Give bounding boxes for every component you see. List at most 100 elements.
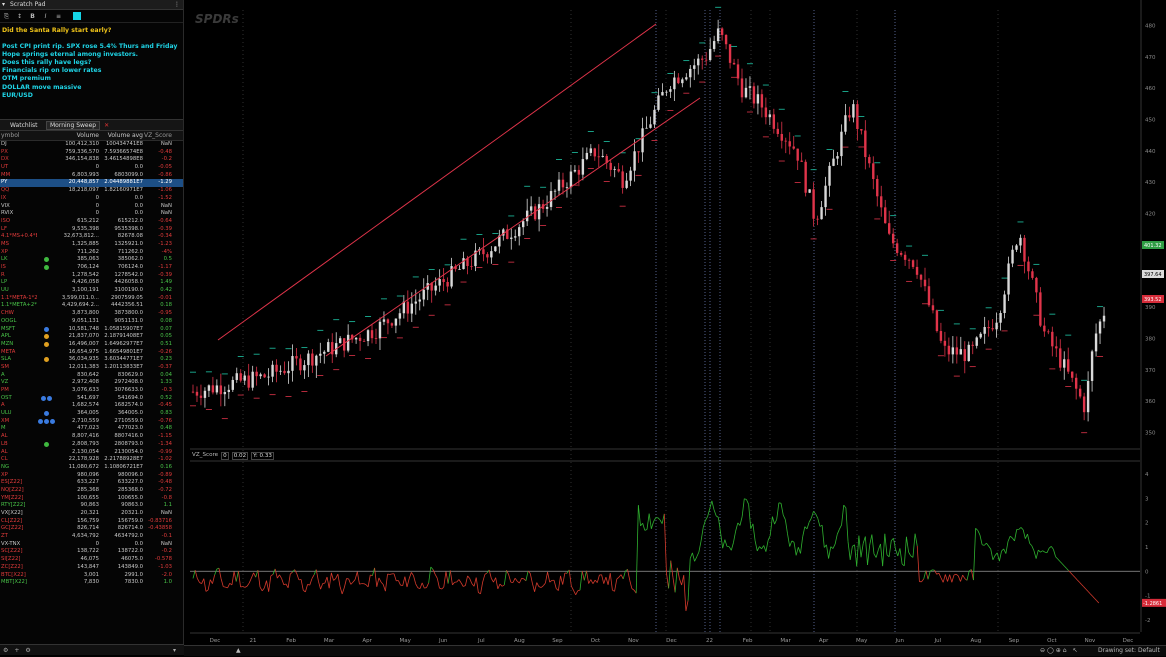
watchlist-row[interactable]: MS1,325,8851325921.0-1.23 (0, 241, 183, 249)
candle-body (510, 238, 512, 239)
column-symbol[interactable]: ymbol (0, 131, 37, 140)
candle-body (769, 114, 771, 117)
watchlist-row[interactable]: DJ100,412,310100434741E8NaN (0, 141, 183, 149)
drawing-set-status[interactable]: Drawing set: Default (1098, 647, 1160, 654)
watchlist-row[interactable]: MBT[X22]7,8307830.01.0 (0, 579, 183, 587)
expand-icon[interactable]: ▲ (236, 647, 241, 654)
watchlist-row[interactable]: OOGL9,051,1319051131.00.08 (0, 318, 183, 326)
row-badges (37, 510, 57, 518)
gear-icon[interactable]: ⚙ (3, 647, 8, 654)
watchlist-row[interactable]: CL[Z22]156,759156759.0-0.83716 (0, 518, 183, 526)
watchlist-row[interactable]: VX[X22]20,32120321.0NaN (0, 510, 183, 518)
row-symbol: ZC[Z22] (0, 564, 37, 572)
watchlist-row[interactable]: RVIX00.0NaN (0, 210, 183, 218)
row-volume-avg: 633227.0 (99, 479, 143, 487)
watchlist-row[interactable]: ZC[Z22]143,847143849.0-1.03 (0, 564, 183, 572)
candle-body (820, 207, 822, 219)
row-volume: 2,130,054 (57, 449, 99, 457)
watchlist-row[interactable]: NG11,080,6721.10806721E70.16 (0, 464, 183, 472)
watchlist-row[interactable]: M477,023477023.00.48 (0, 425, 183, 433)
watchlist-row[interactable]: IX00.0-1.52 (0, 195, 183, 203)
watchlist-row[interactable]: QQ18,218,0971.82160971E7-1.06 (0, 187, 183, 195)
watchlist-row[interactable]: 4.1*MS+0.4*BL...32,673,812...82678.08-0.… (0, 233, 183, 241)
watchlist-row[interactable]: R1,278,5421278542.0-0.39 (0, 272, 183, 280)
watchlist-row[interactable]: APL21,837,0702.18791408E70.05 (0, 333, 183, 341)
watchlist-row[interactable]: SLA36,034,9353.60344771E70.23 (0, 356, 183, 364)
watchlist-row[interactable]: UU3,100,1913100190.00.42 (0, 287, 183, 295)
row-volume-avg: 826714.0 (99, 525, 143, 533)
column-volume-avg[interactable]: Volume avg (99, 131, 143, 140)
watchlist-row[interactable]: ES[Z22]633,227633227.0-0.48 (0, 479, 183, 487)
watchlist-row[interactable]: META16,654,9751.66549801E7-0.26 (0, 349, 183, 357)
watchlist-selector[interactable]: Morning Sweep (46, 121, 100, 130)
watchlist-row[interactable]: MM6,803,9936803099.0-0.86 (0, 172, 183, 180)
watchlist-row[interactable]: PY20,448,8572.04489881E7-1.29 (0, 179, 183, 187)
watchlist-row[interactable]: SI[Z22]46,07546075.0-0.578 (0, 556, 183, 564)
row-volume-avg: 82678.08 (99, 233, 143, 241)
watchlist-row[interactable]: SM12,011,3831.20113833E7-0.37 (0, 364, 183, 372)
watchlist-row[interactable]: LF9,535,3989535398.0-0.39 (0, 226, 183, 234)
watchlist-row[interactable]: SC[Z22]138,722138722.0-0.2 (0, 548, 183, 556)
watchlist-row[interactable]: 1.1*META+2*P...4,429,694.2...4442356.510… (0, 302, 183, 310)
column-vz-score[interactable]: VZ_Score (143, 131, 175, 140)
watchlist-row[interactable]: DX346,154,8383.46154898E8-0.2 (0, 156, 183, 164)
watchlist-row[interactable]: YM[Z22]100,655100655.0-0.8 (0, 495, 183, 503)
watchlist-row[interactable]: MZN16,496,0071.64962977E70.51 (0, 341, 183, 349)
text-size-icon[interactable]: ↕ (15, 12, 24, 21)
candle-body (387, 319, 389, 323)
zoom-controls[interactable]: ⊖◯⊕⌂ ↖ (1040, 647, 1080, 654)
candle-body (240, 373, 242, 380)
watchlist-row[interactable]: BTC[X22]3,0012991.0-2.0 (0, 572, 183, 580)
watchlist-row[interactable]: OST541,697541694.00.52 (0, 395, 183, 403)
watchlist-row[interactable]: A830,642830629.00.04 (0, 372, 183, 380)
collapse-arrow-icon[interactable]: ▾ (2, 0, 5, 9)
chart-area[interactable]: 4804704604504404304204104003903803703603… (184, 0, 1166, 655)
text-color-swatch[interactable] (73, 12, 81, 20)
watchlist-row[interactable]: AL8,807,4168807416.0-1.15 (0, 433, 183, 441)
text-format-icon[interactable]: ⎘ (2, 12, 11, 21)
price-chart-svg[interactable]: 4804704604504404304204104003903803703603… (184, 0, 1166, 655)
watchlist-row[interactable]: CHW3,873,8003873800.0-0.95 (0, 310, 183, 318)
watchlist-row[interactable]: VIX00.0NaN (0, 203, 183, 211)
watchlist-row[interactable]: RTY[Z22]90,86390863.01.1 (0, 502, 183, 510)
close-icon[interactable]: ✕ (104, 122, 109, 129)
watchlist-row[interactable]: LP4,426,0584426058.01.49 (0, 279, 183, 287)
watchlist-row[interactable]: CL22,178,9282.21788928E7-1.02 (0, 456, 183, 464)
watchlist-row[interactable]: PX759,336,5707.59366574E8-0.48 (0, 149, 183, 157)
watchlist-row[interactable]: ULU364,005364005.00.83 (0, 410, 183, 418)
scratch-pad-body[interactable]: Did the Santa Rally start early? Post CP… (0, 23, 183, 119)
candle-body (884, 207, 886, 223)
watchlist-row[interactable]: VX-TNX00.0NaN (0, 541, 183, 549)
watchlist-row[interactable]: XP980,096980096.0-0.89 (0, 472, 183, 480)
watchlist-row[interactable]: UT00.0-0.05 (0, 164, 183, 172)
scratch-pad-header[interactable]: ▾ Scratch Pad ⋮ (0, 0, 183, 10)
watchlist-row[interactable]: LB2,808,7932808793.0-1.34 (0, 441, 183, 449)
watchlist-row[interactable]: 1.1*META-1*2P...3,599,011.0...2907599.05… (0, 295, 183, 303)
column-volume[interactable]: Volume (57, 131, 99, 140)
watchlist-row[interactable]: ZT4,634,7924634792.0-0.1 (0, 533, 183, 541)
watchlist-row[interactable]: GC[Z22]826,714826714.0-0.43858 (0, 525, 183, 533)
row-volume-avg: 1.64962977E7 (99, 341, 143, 349)
plus-icon[interactable]: + (14, 647, 19, 654)
panel-menu-icon[interactable]: ⋮ (174, 0, 180, 9)
row-volume-avg: 285368.0 (99, 487, 143, 495)
watchlist-row[interactable]: XP711,262711262.0-4% (0, 249, 183, 257)
watchlist-row[interactable]: AL2,130,0542130054.0-0.99 (0, 449, 183, 457)
watchlist-row[interactable]: IS706,124706124.0-1.17 (0, 264, 183, 272)
chevron-down-icon[interactable]: ▾ (173, 647, 176, 654)
watchlist-row[interactable]: ISO615,212615212.0-0.64 (0, 218, 183, 226)
align-icon[interactable]: ≡ (54, 12, 63, 21)
scratch-pad-title: Scratch Pad (10, 1, 45, 8)
candle-body (852, 104, 854, 117)
watchlist-row[interactable]: XM2,710,5592710559.0-0.76 (0, 418, 183, 426)
watchlist-row[interactable]: MSFT10,581,7481.05815907E70.07 (0, 326, 183, 334)
chart-watermark: SPDRs (195, 12, 239, 26)
watchlist-row[interactable]: NQ[Z22]285,368285368.0-0.72 (0, 487, 183, 495)
bold-button[interactable]: B (28, 12, 37, 21)
watchlist-row[interactable]: A1,682,5741682574.0-0.45 (0, 402, 183, 410)
watchlist-row[interactable]: VZ2,972,4082972408.01.33 (0, 379, 183, 387)
settings-icon[interactable]: ⚙ (25, 647, 30, 654)
italic-button[interactable]: I (41, 12, 50, 21)
watchlist-row[interactable]: LK385,063385062.00.5 (0, 256, 183, 264)
watchlist-row[interactable]: PM3,076,6333076633.0-0.3 (0, 387, 183, 395)
